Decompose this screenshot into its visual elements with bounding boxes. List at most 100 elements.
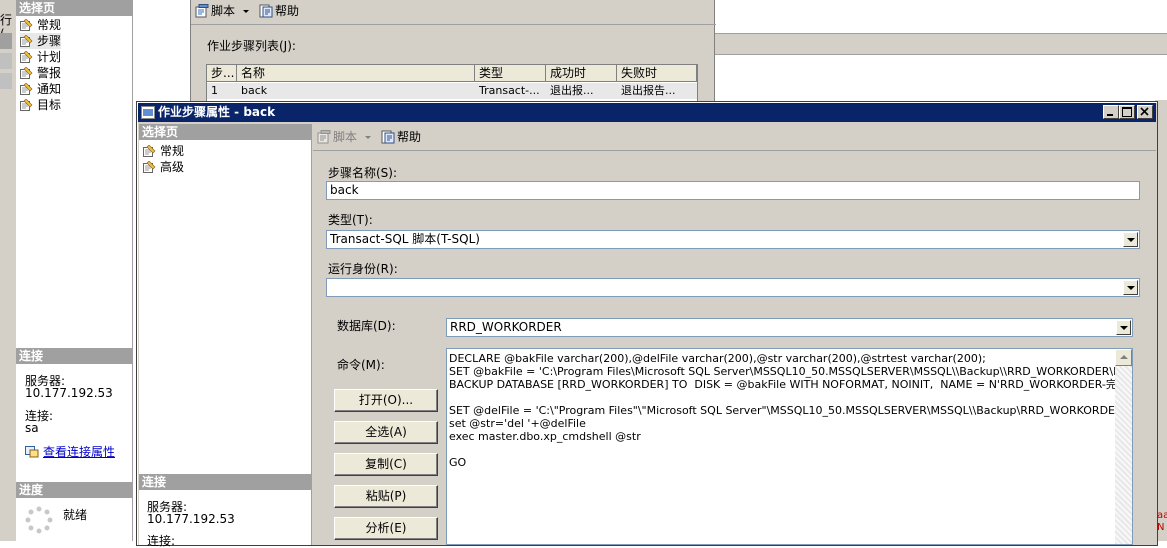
paste-button[interactable]: 粘贴(P) bbox=[334, 485, 438, 508]
chevron-up-icon bbox=[1120, 355, 1128, 359]
command-line: SET @bakFile = 'C:\Program Files\Microso… bbox=[449, 365, 1117, 378]
edge-tab bbox=[0, 73, 12, 89]
dialog-connection-label: 连接: bbox=[147, 534, 176, 548]
cell-failure: 退出报告... bbox=[621, 84, 676, 97]
right-edge-text: aa N bbox=[1157, 510, 1167, 533]
chevron-down-icon[interactable] bbox=[1123, 232, 1138, 247]
page-icon bbox=[20, 67, 33, 79]
select-all-button[interactable]: 全选(A) bbox=[334, 421, 438, 444]
sidebar-item-label: 常规 bbox=[37, 18, 62, 32]
help-icon bbox=[259, 4, 273, 18]
dialog-nav-item[interactable]: 常规 bbox=[143, 143, 184, 159]
help-label: 帮助 bbox=[275, 4, 300, 18]
dialog-title-bar[interactable]: 作业步骤属性 - back bbox=[138, 103, 1156, 122]
nav-header: 选择页 bbox=[16, 0, 132, 16]
left-edge-strip: 行( bbox=[0, 0, 16, 541]
database-label: 数据库(D): bbox=[337, 319, 396, 333]
edge-tab bbox=[0, 53, 12, 69]
steps-list-label: 作业步骤列表(J): bbox=[207, 39, 296, 53]
step-properties-dialog: 作业步骤属性 - back 选择页 常规 高级 连接 服务器: 10.177.19… bbox=[136, 101, 1158, 548]
step-name-label: 步骤名称(S): bbox=[328, 166, 398, 180]
script-label: 脚本 bbox=[211, 4, 236, 18]
grid-header-name[interactable]: 名称 bbox=[237, 65, 475, 82]
progress-spinner-icon bbox=[25, 506, 53, 534]
command-line: SET @delFile = 'C:\"Program Files"\"Micr… bbox=[449, 404, 1117, 417]
dialog-server-value: 10.177.192.53 bbox=[147, 512, 235, 526]
open-button[interactable]: 打开(O)... bbox=[334, 389, 438, 412]
help-icon bbox=[381, 130, 395, 144]
command-line: BACKUP DATABASE [RRD_WORKORDER] TO DISK … bbox=[449, 378, 1117, 391]
vertical-scrollbar[interactable] bbox=[1115, 349, 1132, 544]
back-left-nav: 选择页 常规 步骤 计划 警报 通知 目标 连接 服务器: 10.177.192.53 连… bbox=[16, 0, 133, 541]
view-connection-properties-link[interactable]: 查看连接属性 bbox=[25, 445, 115, 459]
command-text[interactable]: DECLARE @bakFile varchar(200),@delFile v… bbox=[449, 352, 1117, 469]
page-icon bbox=[20, 19, 33, 31]
grid-header-step[interactable]: 步... bbox=[207, 65, 237, 82]
command-line: DECLARE @bakFile varchar(200),@delFile v… bbox=[449, 352, 986, 365]
step-name-field[interactable]: back bbox=[326, 181, 1140, 200]
close-button[interactable] bbox=[1137, 105, 1153, 119]
script-label: 脚本 bbox=[333, 130, 358, 144]
command-line: set @str='del '+@delFile bbox=[449, 417, 586, 430]
sidebar-item[interactable]: 常规 bbox=[20, 17, 61, 33]
dialog-title: 作业步骤属性 - back bbox=[158, 105, 276, 119]
back-script-button[interactable]: 脚本 bbox=[195, 3, 249, 19]
script-icon bbox=[317, 130, 331, 144]
scroll-up-button[interactable] bbox=[1115, 349, 1132, 366]
dialog-script-button[interactable]: 脚本 bbox=[317, 129, 371, 145]
dropdown-arrow-icon bbox=[242, 10, 249, 13]
chevron-down-icon[interactable] bbox=[1116, 320, 1131, 335]
database-select[interactable]: RRD_WORKORDER bbox=[446, 318, 1133, 337]
link-text: 查看连接属性 bbox=[43, 445, 116, 459]
dialog-help-button[interactable]: 帮助 bbox=[381, 129, 421, 145]
page-icon bbox=[20, 99, 33, 111]
help-label: 帮助 bbox=[397, 130, 422, 144]
dialog-nav-header: 选择页 bbox=[139, 124, 311, 140]
dialog-nav-item[interactable]: 高级 bbox=[143, 159, 184, 175]
page-icon bbox=[143, 145, 156, 157]
type-value: Transact-SQL 脚本(T-SQL) bbox=[330, 232, 480, 246]
sidebar-item[interactable]: 计划 bbox=[20, 49, 61, 65]
grid-header-type[interactable]: 类型 bbox=[475, 65, 546, 82]
type-label: 类型(T): bbox=[328, 213, 373, 227]
cell-name: back bbox=[241, 84, 268, 97]
progress-header: 进度 bbox=[16, 482, 133, 498]
run-as-select[interactable] bbox=[326, 278, 1140, 297]
sidebar-item[interactable]: 通知 bbox=[20, 81, 61, 97]
chevron-down-icon[interactable] bbox=[1123, 280, 1138, 295]
sidebar-item[interactable]: 警报 bbox=[20, 65, 61, 81]
copy-button[interactable]: 复制(C) bbox=[334, 453, 438, 476]
sidebar-item-label: 警报 bbox=[37, 66, 62, 80]
command-line bbox=[449, 391, 1117, 404]
page-icon bbox=[20, 83, 33, 95]
page-icon bbox=[20, 35, 33, 47]
connection-value: sa bbox=[25, 421, 39, 435]
dialog-toolbar-divider bbox=[313, 150, 1156, 151]
dropdown-arrow-icon bbox=[364, 136, 371, 139]
dialog-left-nav: 选择页 常规 高级 连接 服务器: 10.177.192.53 连接: bbox=[139, 124, 312, 548]
table-row[interactable]: 1 back Transact-... 退出报... 退出报告... bbox=[207, 83, 697, 99]
cell-step: 1 bbox=[211, 84, 218, 97]
maximize-button[interactable] bbox=[1119, 105, 1135, 119]
run-as-label: 运行身份(R): bbox=[328, 262, 398, 276]
sidebar-item-label: 计划 bbox=[37, 50, 62, 64]
close-icon bbox=[1140, 107, 1149, 116]
sidebar-item-label: 步骤 bbox=[37, 34, 62, 48]
command-editor[interactable]: DECLARE @bakFile varchar(200),@delFile v… bbox=[446, 348, 1133, 545]
minimize-icon bbox=[1107, 114, 1113, 116]
cell-success: 退出报... bbox=[550, 84, 594, 97]
parse-button[interactable]: 分析(E) bbox=[334, 517, 438, 540]
sidebar-item-label: 目标 bbox=[37, 98, 62, 112]
minimize-button[interactable] bbox=[1103, 105, 1119, 119]
connection-link-icon bbox=[25, 446, 39, 458]
back-help-button[interactable]: 帮助 bbox=[259, 3, 299, 19]
grid-header-failure[interactable]: 失败时 bbox=[617, 65, 697, 82]
grid-header-success[interactable]: 成功时 bbox=[546, 65, 617, 82]
dialog-connection-header: 连接 bbox=[139, 474, 311, 490]
sidebar-item[interactable]: 目标 bbox=[20, 97, 61, 113]
command-line bbox=[449, 443, 1117, 456]
server-value: 10.177.192.53 bbox=[25, 386, 113, 400]
sidebar-item[interactable]: 步骤 bbox=[20, 33, 62, 49]
sidebar-item-label: 通知 bbox=[37, 82, 62, 96]
type-select[interactable]: Transact-SQL 脚本(T-SQL) bbox=[326, 230, 1140, 249]
